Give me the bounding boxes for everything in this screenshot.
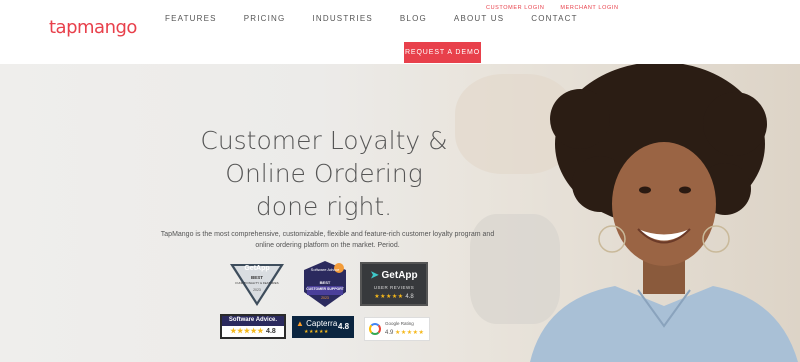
nav-contact[interactable]: CONTACT xyxy=(531,14,577,23)
nav-about-us[interactable]: ABOUT US xyxy=(454,14,504,23)
getapp-best-line2: FUNCTIONALITY & FEATURES xyxy=(235,281,279,285)
tapmango-logo[interactable]: tapmango xyxy=(49,17,137,38)
software-advice-rating-badge: Software Advice. ★★★★★ 4.8 xyxy=(220,314,286,339)
software-advice-support-badge: Software Advice BEST CUSTOMER SUPPORT 20… xyxy=(303,260,347,308)
capterra-rating-value: 4.8 xyxy=(338,322,350,331)
sa-rating-stars: ★★★★★ xyxy=(230,328,265,335)
headline-line-1: Customer Loyalty & xyxy=(200,126,448,155)
hero-section: Customer Loyalty & Online Ordering done … xyxy=(0,64,800,362)
getapp-reviews-badge: ➤ GetApp USER REVIEWS ★★★★★ 4.8 xyxy=(360,262,428,306)
headline-line-2: Online Ordering xyxy=(225,159,423,188)
google-g-icon xyxy=(369,323,381,335)
nav-industries[interactable]: INDUSTRIES xyxy=(312,14,372,23)
site-header: tapmango FEATURES PRICING INDUSTRIES BLO… xyxy=(0,0,800,64)
google-rating-stars: ★★★★★ xyxy=(395,330,425,336)
hero-headline: Customer Loyalty & Online Ordering done … xyxy=(180,124,468,223)
headline-line-3: done right. xyxy=(255,192,393,221)
main-nav: FEATURES PRICING INDUSTRIES BLOG ABOUT U… xyxy=(165,14,605,23)
nav-blog[interactable]: BLOG xyxy=(400,14,427,23)
getapp-arrow-icon: ➤ xyxy=(370,270,379,281)
sa-support-line2: CUSTOMER SUPPORT xyxy=(306,287,344,291)
getapp-best-line1: BEST xyxy=(250,275,263,280)
getapp-reviews-rating: 4.8 xyxy=(405,294,414,300)
getapp-best-badge: GetApp BEST FUNCTIONALITY & FEATURES 202… xyxy=(228,262,286,308)
hero-description: TapMango is the most comprehensive, cust… xyxy=(160,231,495,249)
nav-features[interactable]: FEATURES xyxy=(165,14,217,23)
getapp-best-year: 2023 xyxy=(253,288,261,292)
customer-login-link[interactable]: CUSTOMER LOGIN xyxy=(486,5,544,11)
getapp-reviews-label: USER REVIEWS xyxy=(373,285,415,290)
google-rating-label: Google Rating xyxy=(385,321,414,326)
capterra-stars: ★★★★★ xyxy=(304,329,329,335)
capterra-brand: ▲ Capterra xyxy=(296,319,337,328)
sa-rating-brand: Software Advice. xyxy=(228,317,278,323)
utility-links: CUSTOMER LOGIN MERCHANT LOGIN xyxy=(486,5,635,11)
getapp-best-brand: GetApp xyxy=(244,265,270,272)
sa-support-year: 2023 xyxy=(321,296,329,300)
request-demo-button[interactable]: REQUEST A DEMO xyxy=(404,42,481,63)
merchant-login-link[interactable]: MERCHANT LOGIN xyxy=(560,5,618,11)
google-rating-row: 4.9 ★★★★★ xyxy=(385,329,424,336)
getapp-reviews-rating-row: ★★★★★ 4.8 xyxy=(362,293,426,300)
capterra-brand-text: Capterra xyxy=(306,319,338,328)
sa-rating-value: 4.8 xyxy=(266,328,276,335)
google-rating-value: 4.9 xyxy=(385,330,394,336)
getapp-reviews-brand: ➤ GetApp xyxy=(362,270,426,281)
sa-support-line1: BEST xyxy=(319,280,331,285)
sa-support-brand: Software Advice xyxy=(310,267,340,272)
getapp-reviews-brand-text: GetApp xyxy=(381,270,418,281)
sa-rating-row: ★★★★★ 4.8 xyxy=(222,327,284,335)
capterra-rating-badge: ▲ Capterra ★★★★★ 4.8 xyxy=(292,316,354,338)
capterra-arrow-icon: ▲ xyxy=(296,319,304,328)
nav-pricing[interactable]: PRICING xyxy=(244,14,286,23)
getapp-reviews-stars: ★★★★★ xyxy=(374,294,404,300)
google-rating-badge: Google Rating 4.9 ★★★★★ xyxy=(364,317,430,341)
hero-photo-woman xyxy=(530,64,798,362)
